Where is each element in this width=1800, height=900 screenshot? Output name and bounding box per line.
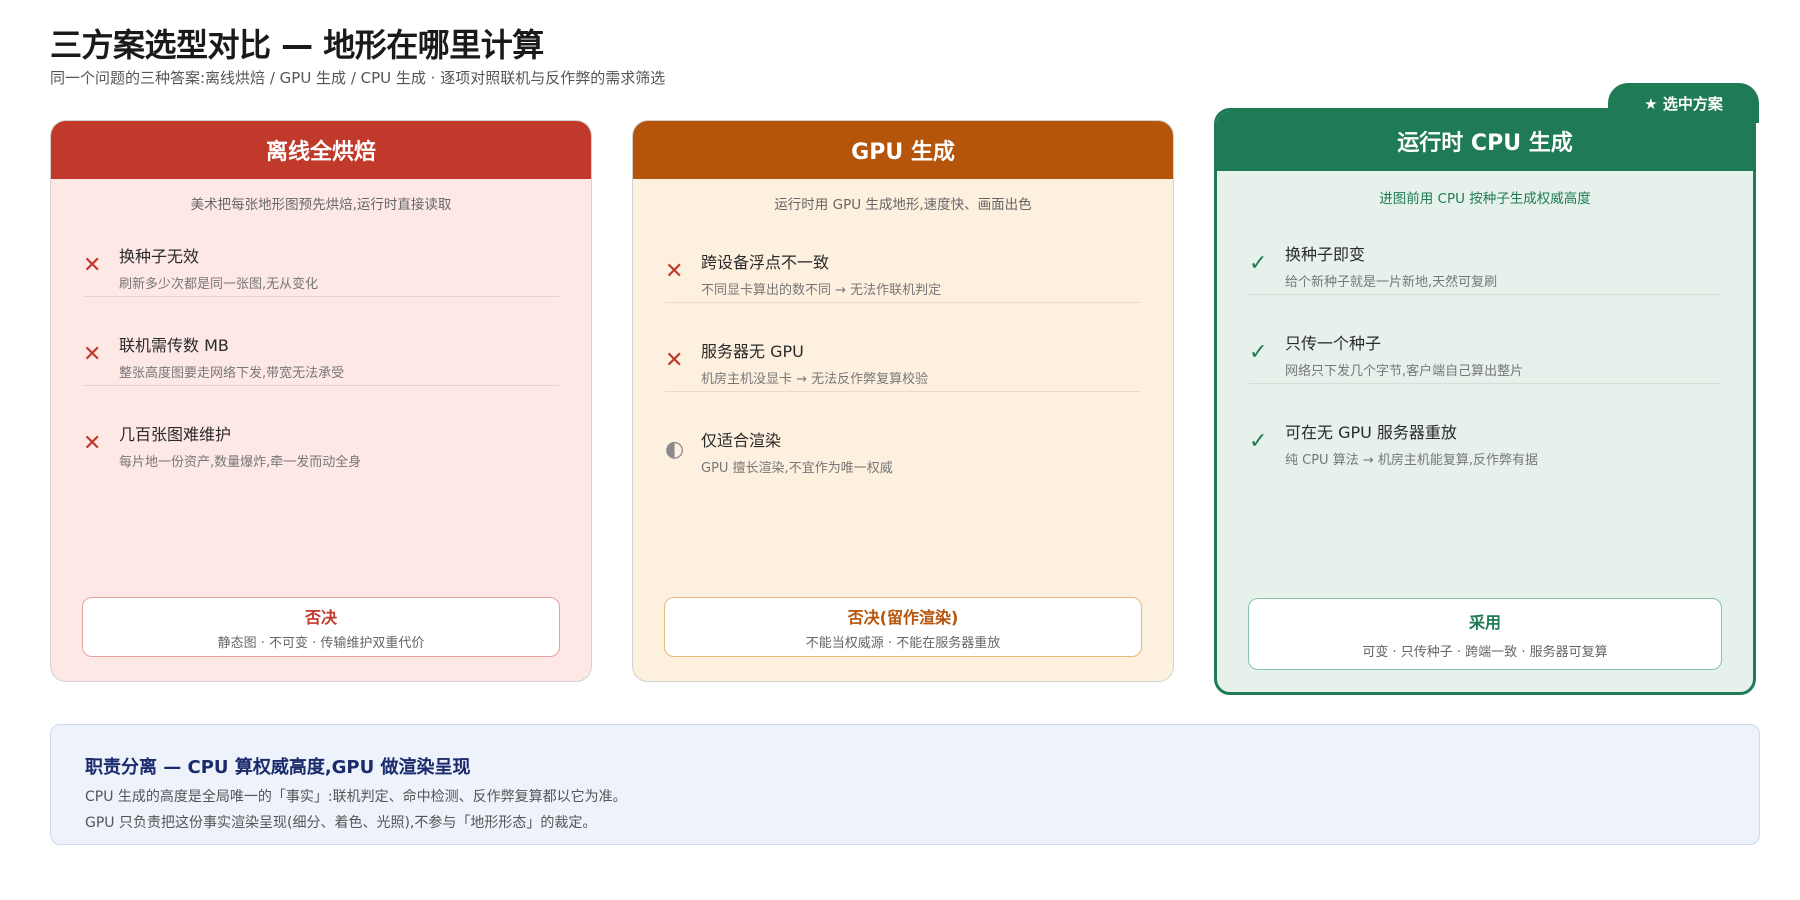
item-detail: 不同显卡算出的数不同 → 无法作联机判定 [701,283,942,298]
selected-badge: ★ 选中方案 [1608,83,1759,123]
cross-icon: ✕ [665,259,684,284]
check-icon: ✓ [1249,340,1268,365]
criteria-list: ✕ 换种子无效 刷新多少次都是同一张图,无从变化 ✕ 联机需传数 MB 整张高度… [83,235,559,475]
summary-panel: 职责分离 — CPU 算权威高度,GPU 做渲染呈现 CPU 生成的高度是全局唯… [50,724,1760,845]
item-title: 联机需传数 MB [119,336,229,355]
verdict-note: 不能当权威源 · 不能在服务器重放 [805,635,1001,651]
criteria-item: ✓ 可在无 GPU 服务器重放 纯 CPU 算法 → 机房主机能复算,反作弊有据 [1249,411,1721,473]
criteria-item: ✕ 联机需传数 MB 整张高度图要走网络下发,带宽无法承受 [83,324,559,386]
criteria-list: ✓ 换种子即变 给个新种子就是一片新地,天然可复刷 ✓ 只传一个种子 网络只下发… [1249,233,1721,473]
item-detail: 刷新多少次都是同一张图,无从变化 [119,277,319,292]
verdict-note: 可变 · 只传种子 · 跨端一致 · 服务器可复算 [1362,644,1608,660]
item-title: 服务器无 GPU [701,342,804,361]
item-title: 换种子即变 [1285,245,1366,264]
criteria-list: ✕ 跨设备浮点不一致 不同显卡算出的数不同 → 无法作联机判定 ✕ 服务器无 G… [665,241,1141,481]
criteria-item: ✕ 几百张图难维护 每片地一份资产,数量爆炸,牵一发而动全身 [83,413,559,475]
card-description: 美术把每张地形图预先烘焙,运行时直接读取 [190,197,452,213]
item-detail: 整张高度图要走网络下发,带宽无法承受 [119,366,345,381]
item-title: 只传一个种子 [1285,334,1382,353]
card-title: GPU 生成 [633,121,1173,179]
item-detail: 每片地一份资产,数量爆炸,牵一发而动全身 [119,455,362,470]
cross-icon: ✕ [83,342,102,367]
verdict-box: 否决(留作渲染) 不能当权威源 · 不能在服务器重放 [664,597,1142,657]
cross-icon: ✕ [665,348,684,373]
card-offline-bake: 离线全烘焙 美术把每张地形图预先烘焙,运行时直接读取 ✕ 换种子无效 刷新多少次… [50,120,592,682]
summary-title: 职责分离 — CPU 算权威高度,GPU 做渲染呈现 [85,757,471,778]
item-title: 几百张图难维护 [119,425,232,444]
item-detail: 给个新种子就是一片新地,天然可复刷 [1285,275,1498,290]
verdict-label: 否决(留作渲染) [847,607,959,627]
verdict-label: 采用 [1468,612,1501,632]
criteria-item: ✕ 跨设备浮点不一致 不同显卡算出的数不同 → 无法作联机判定 [665,241,1141,303]
card-gpu-generation: GPU 生成 运行时用 GPU 生成地形,速度快、画面出色 ✕ 跨设备浮点不一致… [632,120,1174,682]
verdict-box: 采用 可变 · 只传种子 · 跨端一致 · 服务器可复算 [1248,598,1722,670]
criteria-item: ✓ 换种子即变 给个新种子就是一片新地,天然可复刷 [1249,233,1721,295]
item-title: 换种子无效 [119,247,200,266]
item-title: 跨设备浮点不一致 [701,253,830,272]
item-detail: 机房主机没显卡 → 无法反作弊复算校验 [701,372,929,387]
criteria-item: ✕ 服务器无 GPU 机房主机没显卡 → 无法反作弊复算校验 [665,330,1141,392]
criteria-item: ◐ 仅适合渲染 GPU 擅长渲染,不宜作为唯一权威 [665,419,1141,481]
check-icon: ✓ [1249,251,1268,276]
verdict-note: 静态图 · 不可变 · 传输维护双重代价 [217,635,425,651]
item-detail: 纯 CPU 算法 → 机房主机能复算,反作弊有据 [1285,453,1538,468]
card-cpu-generation: 运行时 CPU 生成 进图前用 CPU 按种子生成权威高度 ✓ 换种子即变 给个… [1214,108,1756,695]
verdict-label: 否决 [304,607,337,627]
criteria-item: ✕ 换种子无效 刷新多少次都是同一张图,无从变化 [83,235,559,297]
summary-line-gpu: GPU 只负责把这份事实渲染呈现(细分、着色、光照),不参与「地形形态」的裁定。 [85,815,597,831]
criteria-item: ✓ 只传一个种子 网络只下发几个字节,客户端自己算出整片 [1249,322,1721,384]
cross-icon: ✕ [83,253,102,278]
page-subtitle: 同一个问题的三种答案:离线烘焙 / GPU 生成 / CPU 生成 · 逐项对照… [50,69,666,87]
summary-line-cpu: CPU 生成的高度是全局唯一的「事实」:联机判定、命中检测、反作弊复算都以它为准… [85,789,627,805]
check-icon: ✓ [1249,429,1268,454]
verdict-box: 否决 静态图 · 不可变 · 传输维护双重代价 [82,597,560,657]
half-circle-icon: ◐ [665,437,685,462]
item-detail: GPU 擅长渲染,不宜作为唯一权威 [701,461,893,476]
card-title: 离线全烘焙 [51,121,591,179]
cross-icon: ✕ [83,431,102,456]
item-title: 可在无 GPU 服务器重放 [1285,423,1457,442]
item-title: 仅适合渲染 [701,431,782,450]
card-description: 进图前用 CPU 按种子生成权威高度 [1379,191,1591,207]
item-detail: 网络只下发几个字节,客户端自己算出整片 [1285,364,1524,379]
page-title: 三方案选型对比 — 地形在哪里计算 [50,26,544,64]
card-description: 运行时用 GPU 生成地形,速度快、画面出色 [774,197,1032,213]
